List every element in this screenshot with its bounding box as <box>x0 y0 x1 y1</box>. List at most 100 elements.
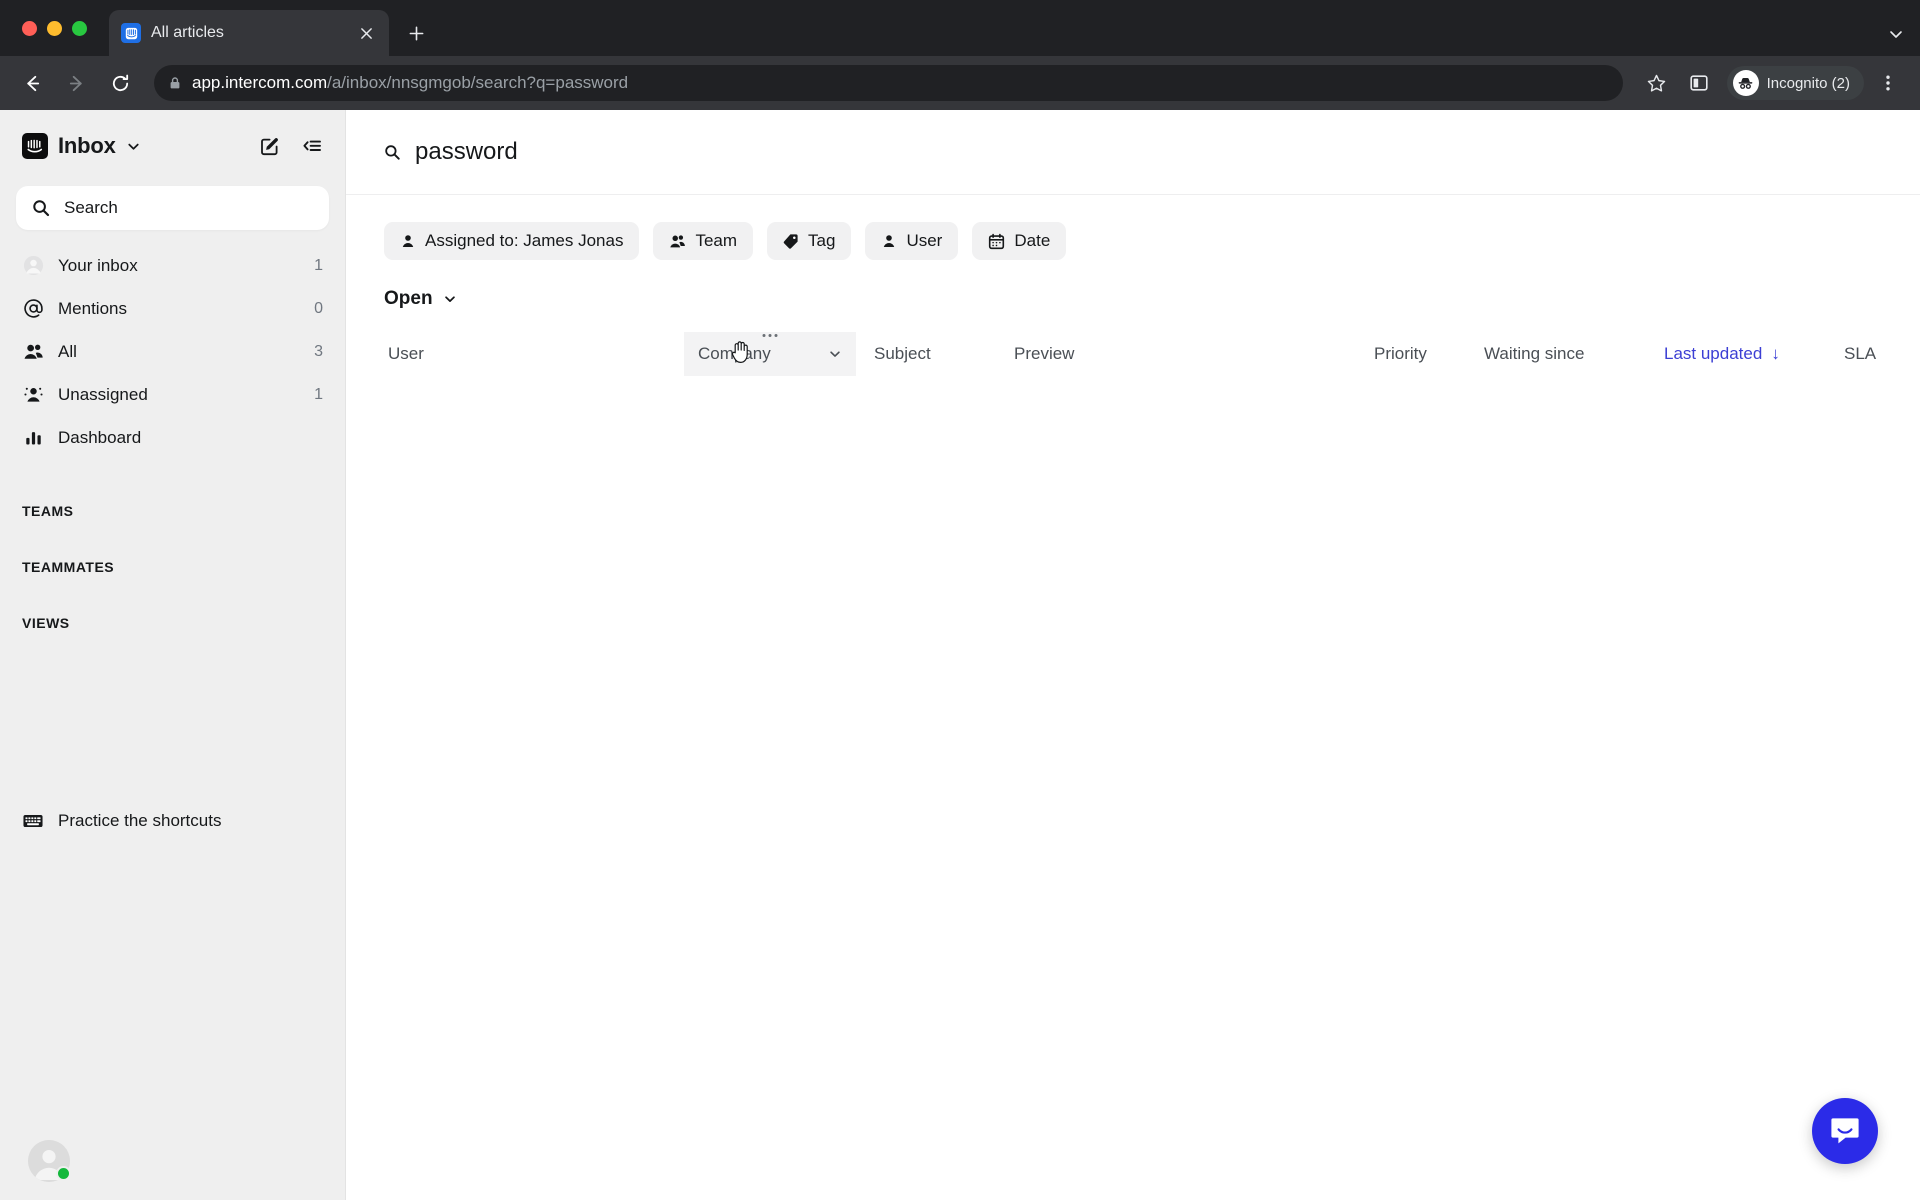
sort-descending-arrow-icon: ↓ <box>1771 344 1780 363</box>
star-icon[interactable] <box>1639 65 1675 101</box>
sidebar-item-label: Your inbox <box>58 255 138 275</box>
tag-icon <box>783 233 799 249</box>
new-tab-button[interactable] <box>399 16 433 50</box>
maximize-window-button[interactable] <box>72 20 87 36</box>
sidebar-item-your-inbox[interactable]: Your inbox 1 <box>10 244 335 287</box>
toolbar-right-actions: Incognito (2) <box>1639 65 1906 101</box>
address-bar[interactable]: app.intercom.com/a/inbox/nnsgmgob/search… <box>154 65 1623 101</box>
chat-bubble-icon <box>1828 1114 1862 1148</box>
search-icon <box>32 199 50 217</box>
search-input[interactable]: Search <box>16 186 329 230</box>
sidebar-section-teammates[interactable]: TEAMMATES <box>0 559 345 575</box>
url-path: /a/inbox/nnsgmgob/search?q=password <box>327 73 629 92</box>
url-text: app.intercom.com/a/inbox/nnsgmgob/search… <box>192 73 628 93</box>
intercom-app: Inbox Search Your inbox 1 Mentions 0 All… <box>0 110 1920 1200</box>
filter-chip-assigned-to[interactable]: Assigned to: James Jonas <box>384 222 640 260</box>
intercom-messenger-launcher-button[interactable] <box>1812 1098 1878 1164</box>
side-panel-icon[interactable] <box>1681 65 1717 101</box>
filter-chip-tag[interactable]: Tag <box>767 222 852 260</box>
sidebar-item-label: Dashboard <box>58 427 142 447</box>
search-header: password <box>346 110 1920 195</box>
search-placeholder-label: Search <box>64 198 118 217</box>
url-domain: app.intercom.com <box>192 73 328 92</box>
intercom-logo-icon <box>22 133 48 159</box>
profile-incognito-button[interactable]: Incognito (2) <box>1726 66 1864 100</box>
status-filter-label: Open <box>384 288 433 309</box>
sidebar-item-count: 3 <box>314 342 323 360</box>
lock-icon <box>168 76 182 90</box>
practice-shortcuts-label: Practice the shortcuts <box>58 811 222 830</box>
minimize-window-button[interactable] <box>47 20 62 36</box>
column-header-subject[interactable]: Subject <box>870 332 1010 376</box>
incognito-avatar-icon <box>1732 70 1759 96</box>
tab-list-button[interactable] <box>1886 24 1906 44</box>
reload-icon[interactable] <box>102 65 138 101</box>
drag-handle-dots-icon[interactable] <box>762 334 778 337</box>
user-avatar[interactable] <box>28 1140 71 1182</box>
sidebar-item-count: 0 <box>314 299 323 317</box>
status-filter-row: Open <box>346 260 1920 310</box>
back-arrow-icon[interactable] <box>14 65 50 101</box>
sidebar: Inbox Search Your inbox 1 Mentions 0 All… <box>0 110 346 1200</box>
intercom-favicon-icon <box>121 23 141 43</box>
sidebar-item-count: 1 <box>314 385 323 403</box>
close-tab-icon[interactable] <box>355 22 377 44</box>
calendar-icon <box>988 233 1005 250</box>
sidebar-item-unassigned[interactable]: Unassigned 1 <box>10 373 335 416</box>
status-filter-dropdown[interactable]: Open <box>384 288 457 310</box>
window-controls <box>16 0 97 56</box>
filter-chip-team[interactable]: Team <box>653 222 754 260</box>
online-status-indicator <box>56 1166 71 1181</box>
sidebar-header-actions <box>259 135 323 157</box>
person-icon <box>400 233 416 249</box>
sidebar-item-mentions[interactable]: Mentions 0 <box>10 287 335 330</box>
tab-strip: All articles <box>0 0 1920 56</box>
filter-chip-label: Team <box>695 231 738 250</box>
column-header-preview[interactable]: Preview <box>1010 332 1370 376</box>
filter-chip-label: Date <box>1014 231 1051 250</box>
search-query-text[interactable]: password <box>415 138 518 166</box>
people-icon <box>22 341 44 362</box>
avatar-icon <box>22 255 44 276</box>
column-header-waiting-since[interactable]: Waiting since <box>1480 332 1660 376</box>
column-header-last-updated-label: Last updated <box>1664 344 1763 363</box>
browser-window: All articles app.intercom.com/a/inbox/nn… <box>0 0 1920 1200</box>
sidebar-item-count: 1 <box>314 256 323 274</box>
practice-shortcuts-button[interactable]: Practice the shortcuts <box>22 810 221 832</box>
sidebar-section-views[interactable]: VIEWS <box>0 615 345 631</box>
filter-chip-label: User <box>906 231 943 250</box>
chevron-down-icon[interactable] <box>828 347 842 361</box>
filter-chip-user[interactable]: User <box>865 222 959 260</box>
sidebar-item-all[interactable]: All 3 <box>10 330 335 373</box>
person-icon <box>881 233 897 249</box>
collapse-sidebar-icon[interactable] <box>301 135 323 157</box>
sidebar-header: Inbox <box>0 110 345 182</box>
filter-chip-date[interactable]: Date <box>972 222 1067 260</box>
tab-title: All articles <box>151 24 224 41</box>
grab-hand-cursor-icon <box>730 338 753 364</box>
conversation-table-header: User Company Subject <box>346 332 1920 376</box>
column-header-user[interactable]: User <box>384 332 684 376</box>
sidebar-nav: Your inbox 1 Mentions 0 All 3 Unassigned… <box>0 244 345 459</box>
sidebar-section-teams[interactable]: TEAMS <box>0 503 345 519</box>
sidebar-item-label: Mentions <box>58 298 127 318</box>
search-icon <box>384 144 401 161</box>
browser-tab[interactable]: All articles <box>109 10 389 56</box>
column-header-company[interactable]: Company <box>684 332 856 376</box>
column-header-priority[interactable]: Priority <box>1370 332 1480 376</box>
compose-icon[interactable] <box>259 135 281 157</box>
people-icon <box>669 233 686 250</box>
filter-chip-label: Tag <box>808 231 836 250</box>
close-window-button[interactable] <box>22 20 37 36</box>
forward-arrow-icon[interactable] <box>58 65 94 101</box>
column-header-sla[interactable]: SLA <box>1840 332 1920 376</box>
sidebar-item-label: All <box>58 341 77 361</box>
filter-chip-label: Assigned to: James Jonas <box>425 231 624 250</box>
sidebar-item-dashboard[interactable]: Dashboard <box>10 416 335 459</box>
three-dot-menu-icon[interactable] <box>1870 65 1906 101</box>
chevron-down-icon <box>443 292 457 306</box>
sidebar-item-label: Unassigned <box>58 384 148 404</box>
unassigned-person-icon <box>22 384 44 405</box>
column-header-last-updated[interactable]: Last updated ↓ <box>1660 332 1840 376</box>
inbox-switcher-chevron-icon[interactable] <box>126 139 141 154</box>
